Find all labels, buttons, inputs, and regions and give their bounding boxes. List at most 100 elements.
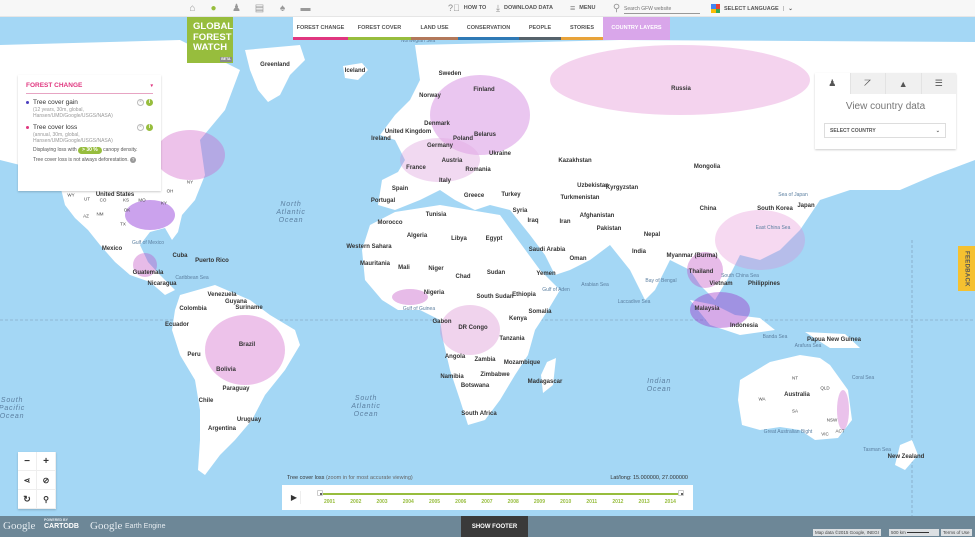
google-translate-icon	[711, 4, 720, 13]
timeline-year[interactable]: 2008	[508, 499, 519, 505]
sea-label: Laccadive Sea	[617, 299, 651, 305]
play-button[interactable]: ▶	[288, 491, 301, 504]
timeline-year[interactable]: 2001	[324, 499, 335, 505]
timeline-year[interactable]: 2011	[586, 499, 597, 505]
timeline-year[interactable]: 2003	[376, 499, 387, 505]
country-label: Ecuador	[164, 322, 190, 328]
country-label: Zimbabwe	[480, 372, 510, 378]
timeline-year[interactable]: 2006	[455, 499, 466, 505]
hide-panels-button[interactable]: ⊘	[37, 471, 56, 490]
canopy-density-button[interactable]: > 30 %	[78, 147, 102, 154]
tab-alerts[interactable]: ▲	[885, 73, 921, 94]
info-icon[interactable]: i	[146, 124, 153, 131]
legend-header[interactable]: FOREST CHANGE ▾	[26, 81, 153, 94]
sea-label: Caribbean Sea	[175, 275, 209, 281]
map-data-attribution: Map data ©2015 Google, INEGI	[813, 529, 881, 536]
search-input[interactable]	[624, 4, 700, 14]
timeline-year[interactable]: 2012	[612, 499, 623, 505]
main-nav: FOREST CHANGE FOREST COVER LAND USE CONS…	[293, 17, 670, 40]
powered-by-label: POWERED BY	[44, 518, 68, 522]
timeline-year[interactable]: 2007	[481, 499, 492, 505]
tab-country-data[interactable]: ♟	[815, 73, 850, 94]
lat-long-readout: Lat/long: 15.000000, 27.000000	[610, 475, 688, 481]
download-data-link[interactable]: ⤓ DOWNLOAD DATA	[496, 3, 553, 14]
timeline-year[interactable]: 2010	[560, 499, 571, 505]
timeline-year[interactable]: 2014	[665, 499, 676, 505]
show-footer-button[interactable]: SHOW FOOTER	[461, 516, 528, 537]
globe-icon[interactable]: ●	[208, 3, 219, 14]
state-label: NT	[792, 375, 798, 381]
tab-people[interactable]: PEOPLE	[519, 17, 561, 40]
timeline-year[interactable]: 2009	[534, 499, 545, 505]
how-to-link[interactable]: ?⃝ HOW TO	[448, 3, 486, 14]
zoom-out-button[interactable]: −	[18, 452, 37, 471]
country-label: China	[699, 206, 717, 212]
landmass-madagascar	[541, 358, 556, 393]
alert-icon: ▲	[898, 78, 908, 89]
info-icon[interactable]: i	[146, 99, 153, 106]
state-label: NY	[186, 179, 194, 185]
menu-button[interactable]: ≡ MENU	[570, 3, 595, 14]
country-label: Iran	[559, 219, 571, 225]
feedback-button[interactable]: FEEDBACK	[958, 246, 975, 291]
user-map-icon[interactable]: ♟	[231, 3, 242, 14]
timeline-years: 2001 2002 2003 2004 2005 2006 2007 2008 2009 2010…	[320, 499, 681, 505]
landmass-greenland	[245, 45, 305, 102]
reset-button[interactable]: ↻	[18, 490, 37, 509]
gfw-logo[interactable]: GLOBAL FOREST WATCH BETA	[187, 17, 233, 63]
share-button[interactable]: ⋖	[18, 471, 37, 490]
sofa-icon[interactable]: ▬	[300, 3, 311, 14]
state-label: WY	[67, 192, 75, 198]
country-label: Iraq	[527, 218, 539, 224]
display-prefix: Displaying loss with	[33, 147, 77, 153]
search-icon[interactable]: ⚲	[611, 3, 622, 14]
country-label: South Korea	[757, 206, 793, 212]
zoom-in-button[interactable]: +	[37, 452, 56, 471]
country-label: Yemen	[536, 271, 556, 277]
language-selector[interactable]: SELECT LANGUAGE | ⌄	[711, 3, 793, 14]
remove-layer-icon[interactable]: ×	[137, 124, 144, 131]
search-location-button[interactable]: ⚲	[37, 490, 56, 509]
state-label: KY	[160, 200, 168, 206]
select-country-dropdown[interactable]: SELECT COUNTRY ⌄	[824, 123, 946, 138]
tab-forest-change[interactable]: FOREST CHANGE	[293, 17, 348, 40]
scale-bar: 500 km	[889, 529, 939, 536]
home-icon[interactable]: ⌂	[187, 3, 198, 14]
country-label: Mexico	[101, 246, 123, 252]
tab-analysis[interactable]: ⦢	[849, 73, 885, 94]
tab-country-layers[interactable]: COUNTRY LAYERS	[603, 17, 670, 40]
timeline-end-handle[interactable]	[678, 490, 684, 496]
layer-details: (annual, 30m, global, Hansen/UMD/Google/…	[33, 132, 113, 144]
fire-icon[interactable]: ♠	[277, 3, 288, 14]
timeline-year[interactable]: 2013	[639, 499, 650, 505]
timeline-start-handle[interactable]	[317, 490, 323, 496]
country-label: Spain	[391, 186, 409, 192]
timeline-year[interactable]: 2004	[403, 499, 414, 505]
timeline-year[interactable]: 2005	[429, 499, 440, 505]
remove-layer-icon[interactable]: ×	[137, 99, 144, 106]
country-label: Romania	[465, 167, 491, 173]
eye-slash-icon: ⊘	[42, 475, 50, 485]
terms-of-use-link[interactable]: Terms of Use	[941, 529, 972, 536]
country-label: Bolivia	[216, 367, 236, 373]
id-card-icon[interactable]: ▤	[254, 3, 265, 14]
timeline-year[interactable]: 2002	[350, 499, 361, 505]
tab-conservation[interactable]: CONSERVATION	[458, 17, 519, 40]
country-label: Norway	[419, 93, 441, 99]
caret-down-icon[interactable]: ▾	[150, 83, 153, 89]
sea-label: Banda Sea	[762, 334, 788, 340]
tab-land-use[interactable]: LAND USE	[411, 17, 458, 40]
tab-layers[interactable]: ☰	[920, 73, 956, 94]
ocean-label: South Pacific Ocean	[0, 397, 26, 420]
state-label: VIC	[821, 431, 829, 437]
help-icon[interactable]: ?	[130, 157, 137, 163]
display-suffix: canopy density.	[103, 147, 138, 153]
ocean-label: South Atlantic Ocean	[351, 395, 381, 418]
country-label: Argentina	[207, 426, 237, 432]
timeline-track[interactable]	[320, 493, 681, 495]
state-label: QLD	[820, 385, 830, 391]
timeline-slider: ▶ 2001 2002 2003 2004 2005 2006 2007 2008 2009 20…	[282, 485, 693, 510]
sea-label: Arafura Sea	[794, 343, 822, 349]
tab-forest-cover[interactable]: FOREST COVER	[348, 17, 411, 40]
tab-stories[interactable]: STORIES	[561, 17, 603, 40]
